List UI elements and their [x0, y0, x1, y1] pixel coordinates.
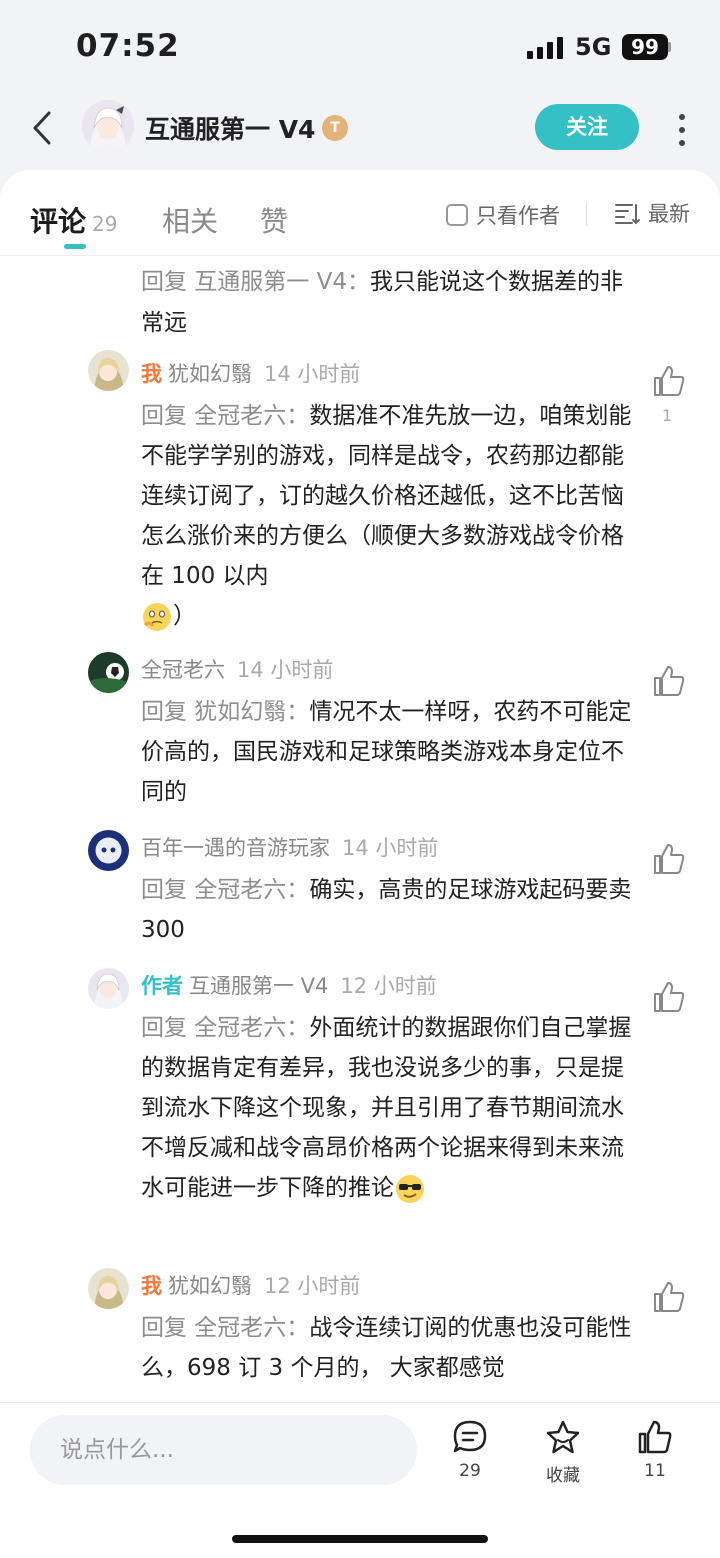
status-time: 07:52	[76, 28, 180, 64]
author-name[interactable]: 互通服第一 V4	[145, 110, 315, 146]
tab-comments-count: 29	[92, 212, 118, 236]
avatar[interactable]	[88, 652, 129, 693]
more-icon[interactable]	[672, 110, 692, 150]
avatar[interactable]	[88, 830, 129, 871]
tab-likes[interactable]: 赞	[260, 200, 288, 240]
tab-comments[interactable]: 评论 29	[30, 200, 117, 240]
avatar[interactable]	[88, 1268, 129, 1309]
home-indicator	[232, 1535, 488, 1543]
reply-time: 12 小时前	[264, 1274, 361, 1298]
like-count: 1	[662, 406, 673, 425]
like-icon[interactable]	[652, 664, 686, 698]
reply-meta: 百年一遇的音游玩家 14 小时前	[141, 832, 438, 862]
comment-icon	[453, 1420, 487, 1453]
reply-meta: 作者 互通服第一 V4 12 小时前	[141, 970, 437, 1000]
reply-time: 14 小时前	[264, 362, 361, 386]
level-badge: T	[322, 115, 348, 141]
reply-text: 回复 全冠老六：战令连续订阅的优惠也没可能性么，698 订 3 个月的， 大家都…	[141, 1308, 641, 1388]
reply-content: 外面统计的数据跟你们自己掌握的数据肯定有差异，我也没说多少的事，只是提到流水下降…	[141, 1015, 632, 1201]
reply-time: 12 小时前	[340, 974, 437, 998]
battery-icon: 99	[622, 34, 668, 60]
sort-button[interactable]: 最新	[614, 198, 690, 228]
status-bar: 07:52 5G 99	[0, 0, 720, 92]
like-count: 11	[644, 1461, 666, 1481]
reply-text: 回复 全冠老六：确实，高贵的足球游戏起码要卖 300	[141, 870, 641, 950]
sort-label: 最新	[648, 202, 690, 226]
reply-text: 回复 全冠老六：数据准不准先放一边，咱策划能不能学学别的游戏，同样是战令，农药那…	[141, 396, 641, 636]
me-tag: 我	[141, 362, 162, 386]
network-type: 5G	[575, 33, 612, 61]
reply-time: 14 小时前	[342, 836, 439, 860]
active-tab-indicator	[64, 244, 86, 249]
like-icon[interactable]	[652, 842, 686, 876]
reply-author[interactable]: 犹如幻翳	[168, 362, 252, 386]
reply-author[interactable]: 百年一遇的音游玩家	[141, 836, 330, 860]
favorite-label: 收藏	[546, 1466, 580, 1486]
reply-text: 回复 全冠老六：外面统计的数据跟你们自己掌握的数据肯定有差异，我也没说多少的事，…	[141, 1008, 641, 1208]
comment-input[interactable]: 说点什么...	[30, 1415, 417, 1485]
tab-comments-label: 评论	[30, 205, 87, 238]
comment-button[interactable]: 29	[430, 1419, 510, 1481]
author-avatar[interactable]	[82, 100, 134, 152]
bottom-action-bar: 说点什么... 29 收藏 11	[0, 1402, 720, 1558]
reply-author[interactable]: 犹如幻翳	[168, 1274, 252, 1298]
battery-tip	[668, 42, 671, 52]
reply-prefix: 回复 全冠老六：	[141, 1315, 310, 1341]
reply-meta: 全冠老六 14 小时前	[141, 654, 333, 684]
cool-emoji-icon	[396, 1174, 424, 1203]
reply-text: 回复 互通服第一 V4：我只能说这个数据差的非常远	[141, 262, 641, 344]
author-only-toggle[interactable]: 只看作者	[446, 200, 560, 230]
reply-prefix: 回复 全冠老六：	[141, 877, 310, 903]
me-tag: 我	[141, 1274, 162, 1298]
tabs-bar: 评论 29 相关 赞 只看作者 最新	[0, 170, 720, 256]
checkbox-icon	[446, 204, 468, 226]
reply-content-tail: ）	[173, 603, 196, 629]
avatar[interactable]	[88, 968, 129, 1009]
reply-author[interactable]: 互通服第一 V4	[189, 974, 328, 998]
post-header: 互通服第一 V4 T 关注	[0, 92, 720, 172]
like-icon[interactable]	[652, 364, 686, 398]
reply-content: 数据准不准先放一边，咱策划能不能学学别的游戏，同样是战令，农药那边都能连续订阅了…	[141, 403, 632, 589]
reply-author[interactable]: 全冠老六	[141, 658, 225, 682]
reply-prefix: 回复 全冠老六：	[141, 403, 310, 429]
follow-button[interactable]: 关注	[535, 104, 639, 150]
thumbs-up-icon	[638, 1420, 672, 1454]
author-tag: 作者	[141, 974, 183, 998]
comment-count: 29	[459, 1461, 481, 1481]
star-icon	[546, 1420, 580, 1454]
reply-meta: 我犹如幻翳 12 小时前	[141, 1270, 360, 1300]
divider	[586, 202, 587, 226]
comment-list: 回复 互通服第一 V4：我只能说这个数据差的非常远 我犹如幻翳 14 小时前 回复…	[0, 256, 720, 1402]
reply-prefix: 回复 全冠老六：	[141, 1015, 310, 1041]
thinking-emoji-icon	[143, 602, 171, 631]
author-only-label: 只看作者	[476, 204, 560, 228]
back-icon[interactable]	[26, 108, 58, 148]
reply-prefix: 回复 犹如幻翳：	[141, 699, 310, 725]
reply-prefix: 回复 互通服第一 V4：	[141, 269, 370, 295]
avatar[interactable]	[88, 350, 129, 391]
sort-icon	[615, 204, 640, 225]
favorite-button[interactable]: 收藏	[523, 1419, 603, 1486]
tab-related[interactable]: 相关	[162, 200, 218, 240]
like-icon[interactable]	[652, 1280, 686, 1314]
like-icon[interactable]	[652, 980, 686, 1014]
reply-time: 14 小时前	[237, 658, 334, 682]
comment-panel: 评论 29 相关 赞 只看作者 最新 回复 互通服第一 V4：我只能说这个数据差的…	[0, 170, 720, 1558]
reply-text: 回复 犹如幻翳：情况不太一样呀，农药不可能定价高的，国民游戏和足球策略类游戏本身…	[141, 692, 641, 812]
like-button[interactable]: 11	[615, 1419, 695, 1481]
signal-icon	[527, 37, 563, 59]
reply-meta: 我犹如幻翳 14 小时前	[141, 358, 360, 388]
